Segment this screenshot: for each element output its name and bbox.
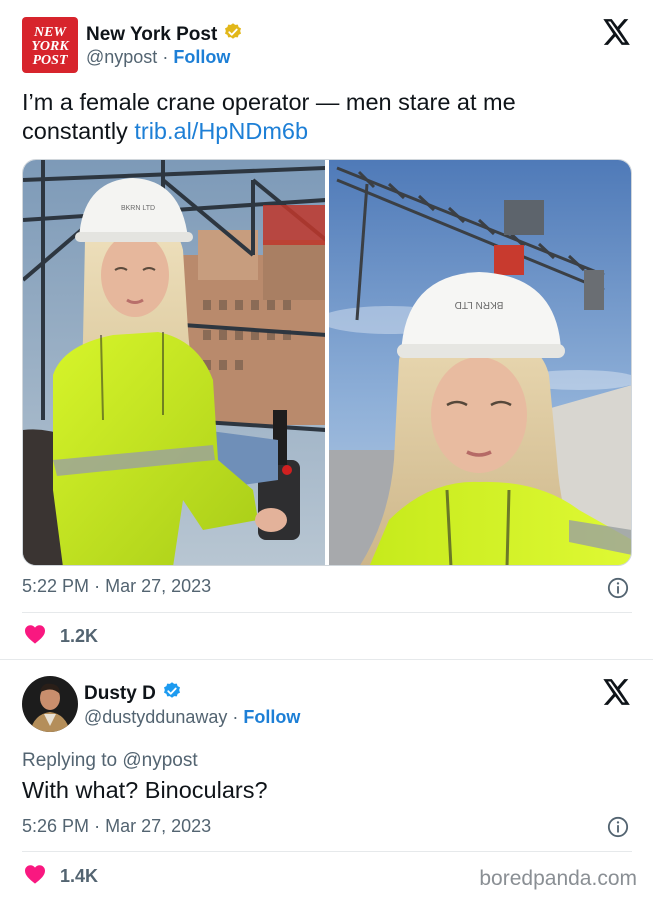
verified-gold-icon [223,22,243,47]
like-row[interactable]: 1.2K [24,624,98,649]
reply-follow-button[interactable]: Follow [243,707,300,727]
reply-time[interactable]: 5:26 PM [22,816,89,836]
tweet-date[interactable]: Mar 27, 2023 [105,576,211,596]
reply-text: With what? Binoculars? [22,777,268,803]
svg-text:YORK: YORK [31,39,70,54]
info-icon[interactable] [607,816,629,838]
separator: · [162,47,169,67]
x-logo-icon[interactable] [603,679,631,707]
reply-like-row[interactable]: 1.4K [24,864,98,889]
helmet-label-flipped: BKRN LTD [455,299,504,310]
reply-author-handle[interactable]: @dustyddunaway [84,707,227,727]
timestamp-row[interactable]: 5:22 PM · Mar 27, 2023 [22,576,211,597]
tweet-text: I’m a female crane operator — men stare … [22,88,622,146]
heart-icon[interactable] [24,624,46,649]
author-handle[interactable]: @nypost [86,47,157,67]
like-count: 1.2K [60,626,99,646]
separator: · [94,576,101,596]
verified-blue-icon [162,681,182,706]
dusty-avatar[interactable] [22,676,78,732]
divider [22,612,632,613]
separator: · [232,707,239,727]
svg-text:NEW: NEW [33,25,67,40]
reply-date[interactable]: Mar 27, 2023 [105,816,211,836]
author-name[interactable]: New York Post [86,24,217,46]
svg-text:POST: POST [33,53,69,68]
watermark: boredpanda.com [479,867,637,890]
tweet-time[interactable]: 5:22 PM [22,576,89,596]
follow-button[interactable]: Follow [173,47,230,67]
divider [22,851,632,852]
reply-author-name-row: Dusty D [84,681,182,706]
heart-icon[interactable] [24,864,46,889]
media-grid[interactable]: BKRN LTD BKRN LTD [22,159,632,566]
separator: · [94,816,101,836]
tweet-link[interactable]: trib.al/HpNDm6b [134,118,308,144]
author-name-row: New York Post [86,22,243,47]
reply-handle-row: @dustyddunaway · Follow [84,707,300,728]
replying-to[interactable]: Replying to @nypost [22,750,198,772]
helmet-label: BKRN LTD [121,205,155,212]
photo-crane-cab[interactable]: BKRN LTD [23,160,325,565]
reply-like-count: 1.4K [60,866,99,886]
x-logo-icon[interactable] [603,19,631,47]
handle-row: @nypost · Follow [86,47,230,68]
info-icon[interactable] [607,577,629,599]
reply-timestamp-row[interactable]: 5:26 PM · Mar 27, 2023 [22,816,211,837]
reply-author-name[interactable]: Dusty D [84,683,156,705]
photo-selfie-crane[interactable]: BKRN LTD [329,160,631,565]
nypost-logo-avatar[interactable]: NEW YORK POST [22,17,78,73]
